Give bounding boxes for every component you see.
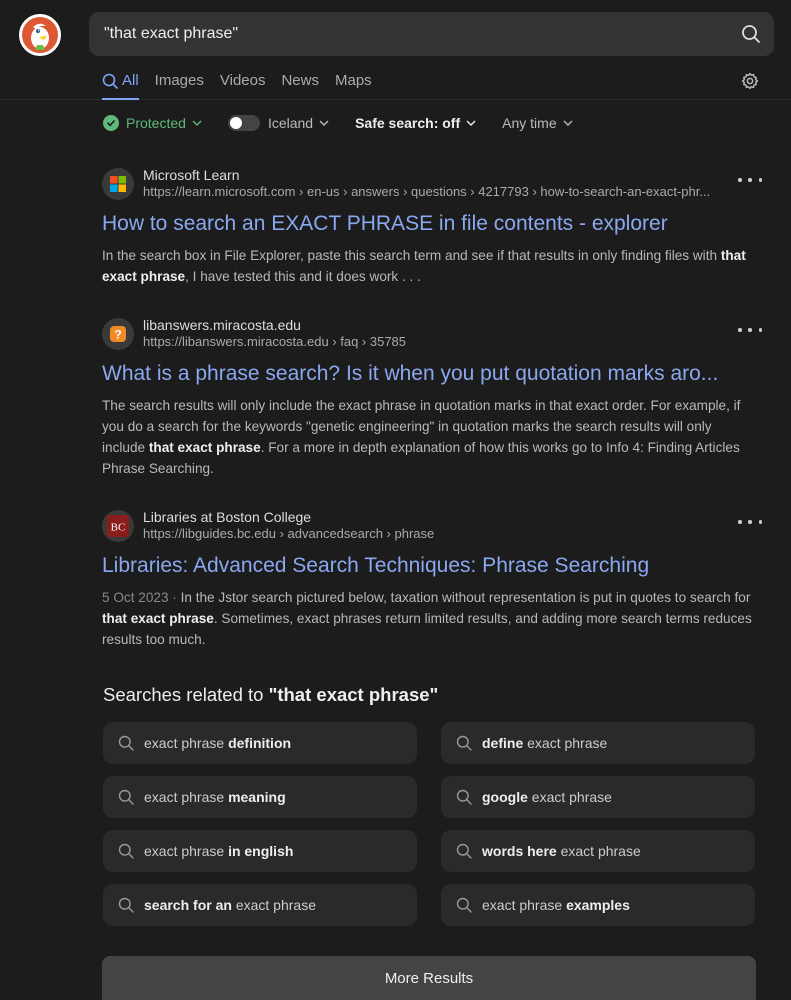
svg-text:BC: BC (111, 522, 126, 534)
microsoft-favicon-icon (102, 168, 134, 200)
tab-maps[interactable]: Maps (335, 72, 372, 100)
protection-filter[interactable]: Protected (103, 115, 202, 131)
related-search-label: search for an exact phrase (144, 897, 316, 913)
time-filter[interactable]: Any time (502, 115, 573, 131)
related-search-item[interactable]: exact phrase definition (103, 722, 417, 764)
result-site-name[interactable]: Libraries at Boston College (143, 509, 311, 525)
region-label: Iceland (267, 115, 314, 131)
search-icon (118, 735, 134, 751)
search-box (89, 12, 774, 56)
search-icon (456, 843, 472, 859)
search-icon (102, 73, 118, 89)
check-icon (103, 115, 119, 131)
related-search-item[interactable]: search for an exact phrase (103, 884, 417, 926)
search-input[interactable] (89, 12, 729, 56)
search-icon (118, 897, 134, 913)
related-search-label: exact phrase definition (144, 735, 292, 751)
result-url[interactable]: https://libanswers.miracosta.edu › faq ›… (143, 334, 733, 349)
tab-label: All (122, 72, 139, 89)
related-search-item[interactable]: google exact phrase (441, 776, 755, 818)
result-snippet: The search results will only include the… (102, 398, 741, 476)
related-search-item[interactable]: exact phrase in english (103, 830, 417, 872)
safe-search-label: Safe search: off (355, 115, 461, 131)
chevron-down-icon (192, 120, 202, 126)
related-search-label: google exact phrase (482, 789, 612, 805)
tab-label: Images (154, 72, 204, 89)
header: All Images Videos News Maps (0, 0, 791, 100)
search-tabs: All Images Videos News Maps (102, 72, 388, 100)
more-results-button[interactable]: More Results (102, 956, 756, 1000)
boston-college-favicon-icon: BC (102, 510, 134, 542)
result-site-name[interactable]: libanswers.miracosta.edu (143, 317, 301, 333)
related-search-item[interactable]: exact phrase examples (441, 884, 755, 926)
more-options-icon[interactable] (738, 322, 762, 338)
tab-label: Videos (219, 72, 266, 89)
related-search-label: exact phrase examples (482, 897, 630, 913)
more-options-icon[interactable] (738, 514, 762, 530)
tab-label: News (281, 72, 319, 89)
gear-icon[interactable] (741, 72, 759, 90)
region-toggle[interactable] (227, 115, 260, 131)
search-icon (456, 789, 472, 805)
chevron-down-icon (319, 120, 329, 126)
related-search-item[interactable]: exact phrase meaning (103, 776, 417, 818)
tab-images[interactable]: Images (155, 72, 204, 100)
tab-news[interactable]: News (281, 72, 319, 100)
search-icon (118, 843, 134, 859)
related-search-label: exact phrase in english (144, 843, 294, 859)
search-icon (118, 789, 134, 805)
related-search-label: exact phrase meaning (144, 789, 286, 805)
chevron-down-icon (466, 120, 476, 126)
protection-label: Protected (126, 115, 186, 131)
tab-label: Maps (334, 72, 372, 89)
result-snippet: In the search box in File Explorer, past… (102, 248, 746, 284)
result-site-name[interactable]: Microsoft Learn (143, 167, 239, 183)
svg-text:?: ? (114, 328, 121, 342)
tab-videos[interactable]: Videos (220, 72, 266, 100)
result-url[interactable]: https://libguides.bc.edu › advancedsearc… (143, 526, 733, 541)
time-label: Any time (502, 115, 557, 131)
result-url[interactable]: https://learn.microsoft.com › en-us › an… (143, 184, 733, 199)
search-icon[interactable] (740, 23, 762, 45)
result-title-link[interactable]: What is a phrase search? Is it when you … (102, 362, 742, 386)
libanswers-favicon-icon: ? (102, 318, 134, 350)
result-snippet: 5 Oct 2023 · In the Jstor search picture… (102, 590, 752, 647)
result-date: 5 Oct 2023 (102, 590, 169, 605)
result-title-link[interactable]: Libraries: Advanced Search Techniques: P… (102, 554, 742, 578)
related-search-label: define exact phrase (482, 735, 608, 751)
related-searches-heading: Searches related to "that exact phrase" (103, 684, 439, 705)
search-icon (456, 897, 472, 913)
duckduckgo-logo[interactable] (19, 14, 61, 56)
more-options-icon[interactable] (738, 172, 762, 188)
tab-all[interactable]: All (102, 72, 139, 100)
safe-search-filter[interactable]: Safe search: off (355, 115, 476, 131)
related-search-item[interactable]: define exact phrase (441, 722, 755, 764)
result-title-link[interactable]: How to search an EXACT PHRASE in file co… (102, 212, 742, 236)
region-filter[interactable]: Iceland (227, 115, 329, 131)
related-search-label: words here exact phrase (482, 843, 641, 859)
related-search-item[interactable]: words here exact phrase (441, 830, 755, 872)
chevron-down-icon (563, 120, 573, 126)
search-icon (456, 735, 472, 751)
filter-bar: Protected Iceland Safe search: off Any t… (103, 113, 599, 133)
